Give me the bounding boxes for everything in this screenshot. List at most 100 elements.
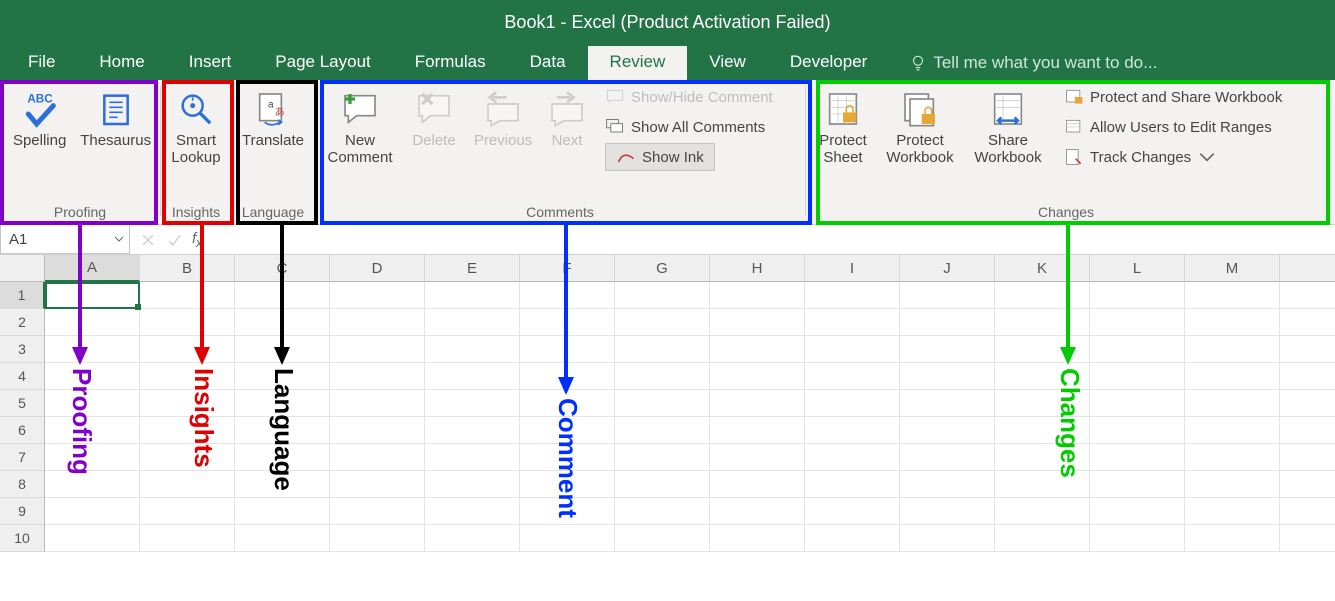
group-proofing-label: Proofing: [4, 201, 156, 224]
tab-view[interactable]: View: [687, 46, 768, 80]
smart-lookup-icon: [176, 89, 216, 129]
spelling-icon: ABC: [20, 89, 60, 129]
column-header[interactable]: M: [1185, 255, 1280, 282]
ps-l2: Sheet: [823, 149, 862, 166]
row-header[interactable]: 6: [0, 417, 45, 444]
protect-share-workbook-button[interactable]: Protect and Share Workbook: [1058, 82, 1288, 112]
newc-l1: New: [345, 132, 375, 149]
tab-insert[interactable]: Insert: [167, 46, 254, 80]
group-changes-label: Changes: [810, 201, 1322, 224]
show-all-comments-button[interactable]: Show All Comments: [599, 112, 779, 142]
delc-l: Delete: [412, 132, 455, 149]
protect-sheet-button[interactable]: Protect Sheet: [810, 82, 876, 167]
column-header[interactable]: F: [520, 255, 615, 282]
previous-comment-icon: [483, 89, 523, 129]
tell-me-placeholder: Tell me what you want to do...: [933, 53, 1157, 73]
column-header[interactable]: B: [140, 255, 235, 282]
tab-developer[interactable]: Developer: [768, 46, 890, 80]
formula-bar: A1 fx: [0, 225, 1335, 255]
group-proofing: ABC Spelling Thesaurus Proofing: [0, 80, 160, 224]
ribbon: ABC Spelling Thesaurus Proofing: [0, 80, 1335, 225]
active-cell-indicator: [45, 282, 140, 309]
showink-l: Show Ink: [642, 149, 704, 166]
protect-sheet-icon: [823, 89, 863, 129]
group-language-label: Language: [236, 201, 310, 224]
smart-lookup-label-2: Lookup: [171, 149, 220, 166]
showall-l: Show All Comments: [631, 119, 765, 136]
column-header[interactable]: C: [235, 255, 330, 282]
select-all-corner[interactable]: [0, 255, 45, 282]
show-hide-comment-button: Show/Hide Comment: [599, 82, 779, 112]
newc-l2: Comment: [327, 149, 392, 166]
smart-lookup-label-1: Smart: [176, 132, 216, 149]
spelling-label: Spelling: [13, 132, 66, 149]
tab-formulas[interactable]: Formulas: [393, 46, 508, 80]
row-header[interactable]: 8: [0, 471, 45, 498]
show-ink-button[interactable]: Show Ink: [599, 142, 779, 172]
row-header[interactable]: 1: [0, 282, 45, 309]
translate-icon: aあ: [253, 89, 293, 129]
column-headers: A B C D E F G H I J K L M: [45, 255, 1335, 282]
formula-input[interactable]: [202, 225, 1335, 254]
track-l: Track Changes: [1090, 149, 1191, 166]
thesaurus-button[interactable]: Thesaurus: [75, 82, 156, 149]
ps-l1: Protect: [819, 132, 867, 149]
name-box[interactable]: A1: [0, 225, 130, 254]
row-headers: 1 2 3 4 5 6 7 8 9 10: [0, 282, 45, 552]
showhide-l: Show/Hide Comment: [631, 89, 773, 106]
fx-icon[interactable]: fx: [192, 230, 202, 250]
pw-l1: Protect: [896, 132, 944, 149]
tab-file[interactable]: File: [6, 46, 77, 80]
row-header[interactable]: 5: [0, 390, 45, 417]
tab-data[interactable]: Data: [508, 46, 588, 80]
tab-review[interactable]: Review: [588, 46, 688, 80]
protect-workbook-button[interactable]: Protect Workbook: [876, 82, 964, 167]
row-header[interactable]: 2: [0, 309, 45, 336]
sw-l2: Workbook: [974, 149, 1041, 166]
next-comment-icon: [547, 89, 587, 129]
previous-comment-button: Previous: [467, 82, 539, 149]
svg-text:あ: あ: [275, 107, 285, 119]
row-header[interactable]: 7: [0, 444, 45, 471]
allow-users-edit-button[interactable]: Allow Users to Edit Ranges: [1058, 112, 1288, 142]
thesaurus-label: Thesaurus: [80, 132, 151, 149]
sw-l1: Share: [988, 132, 1028, 149]
tab-home[interactable]: Home: [77, 46, 166, 80]
svg-text:a: a: [268, 99, 274, 110]
prevc-l: Previous: [474, 132, 532, 149]
group-changes: Protect Sheet Protect Workbook Share Wor…: [806, 80, 1326, 224]
tell-me-search[interactable]: Tell me what you want to do...: [909, 53, 1157, 80]
column-header[interactable]: I: [805, 255, 900, 282]
column-header[interactable]: D: [330, 255, 425, 282]
column-header[interactable]: G: [615, 255, 710, 282]
column-header[interactable]: H: [710, 255, 805, 282]
group-language: aあ Translate Language: [232, 80, 314, 224]
column-header[interactable]: K: [995, 255, 1090, 282]
group-comments-label: Comments: [319, 201, 801, 224]
share-workbook-button[interactable]: Share Workbook: [964, 82, 1052, 167]
track-changes-button[interactable]: Track Changes: [1058, 142, 1288, 172]
chevron-down-icon: [1197, 147, 1217, 167]
chevron-down-icon[interactable]: [113, 233, 125, 245]
group-insights: Smart Lookup Insights: [161, 80, 231, 224]
spelling-button[interactable]: ABC Spelling: [4, 82, 75, 149]
smart-lookup-button[interactable]: Smart Lookup: [165, 82, 227, 167]
row-header[interactable]: 4: [0, 363, 45, 390]
column-header[interactable]: J: [900, 255, 995, 282]
row-header[interactable]: 3: [0, 336, 45, 363]
new-comment-button[interactable]: New Comment: [319, 82, 401, 167]
row-header[interactable]: 9: [0, 498, 45, 525]
column-header[interactable]: L: [1090, 255, 1185, 282]
column-header[interactable]: A: [45, 255, 140, 282]
row-header[interactable]: 10: [0, 525, 45, 552]
showhide-icon: [605, 87, 625, 107]
cells-area[interactable]: [45, 282, 1335, 552]
new-comment-icon: [340, 89, 380, 129]
column-header[interactable]: E: [425, 255, 520, 282]
column-header[interactable]: [1280, 255, 1335, 282]
translate-button[interactable]: aあ Translate: [236, 82, 310, 149]
share-workbook-icon: [988, 89, 1028, 129]
delete-comment-icon: [414, 89, 454, 129]
track-changes-icon: [1064, 147, 1084, 167]
tab-page-layout[interactable]: Page Layout: [253, 46, 392, 80]
